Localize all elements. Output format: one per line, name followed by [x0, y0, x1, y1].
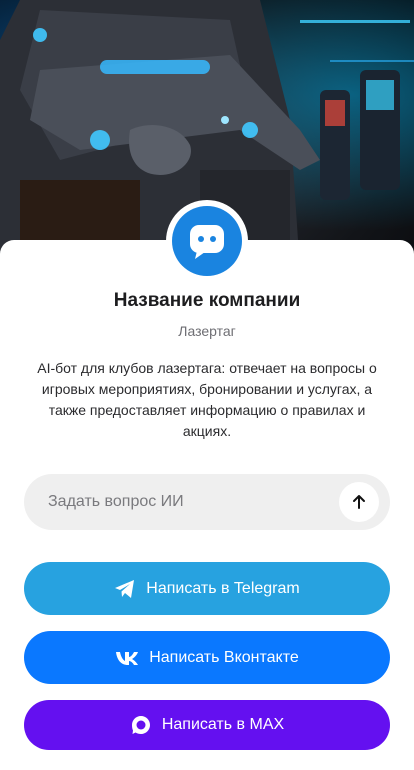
company-name: Название компании [113, 290, 301, 311]
vk-icon [116, 651, 139, 665]
telegram-icon [115, 579, 135, 598]
telegram-button[interactable]: Написать в Telegram [24, 562, 390, 615]
telegram-button-label: Написать в Telegram [146, 579, 300, 597]
ask-ai-field [24, 474, 390, 530]
arrow-up-icon [353, 495, 365, 509]
avatar [166, 200, 248, 282]
max-icon [131, 716, 150, 734]
max-button[interactable]: Написать в MAX [24, 700, 390, 750]
vk-button-label: Написать Вконтакте [149, 648, 299, 666]
company-category: Лазертаг [178, 323, 236, 339]
company-description: AI-бот для клубов лазертага: отвечает на… [37, 360, 377, 439]
send-button[interactable] [339, 482, 379, 522]
vk-button[interactable]: Написать Вконтакте [24, 631, 390, 684]
avatar-circle [172, 206, 242, 276]
max-button-label: Написать в MAX [161, 716, 285, 733]
ask-ai-input[interactable] [48, 493, 328, 511]
chat-bot-icon [190, 225, 224, 259]
